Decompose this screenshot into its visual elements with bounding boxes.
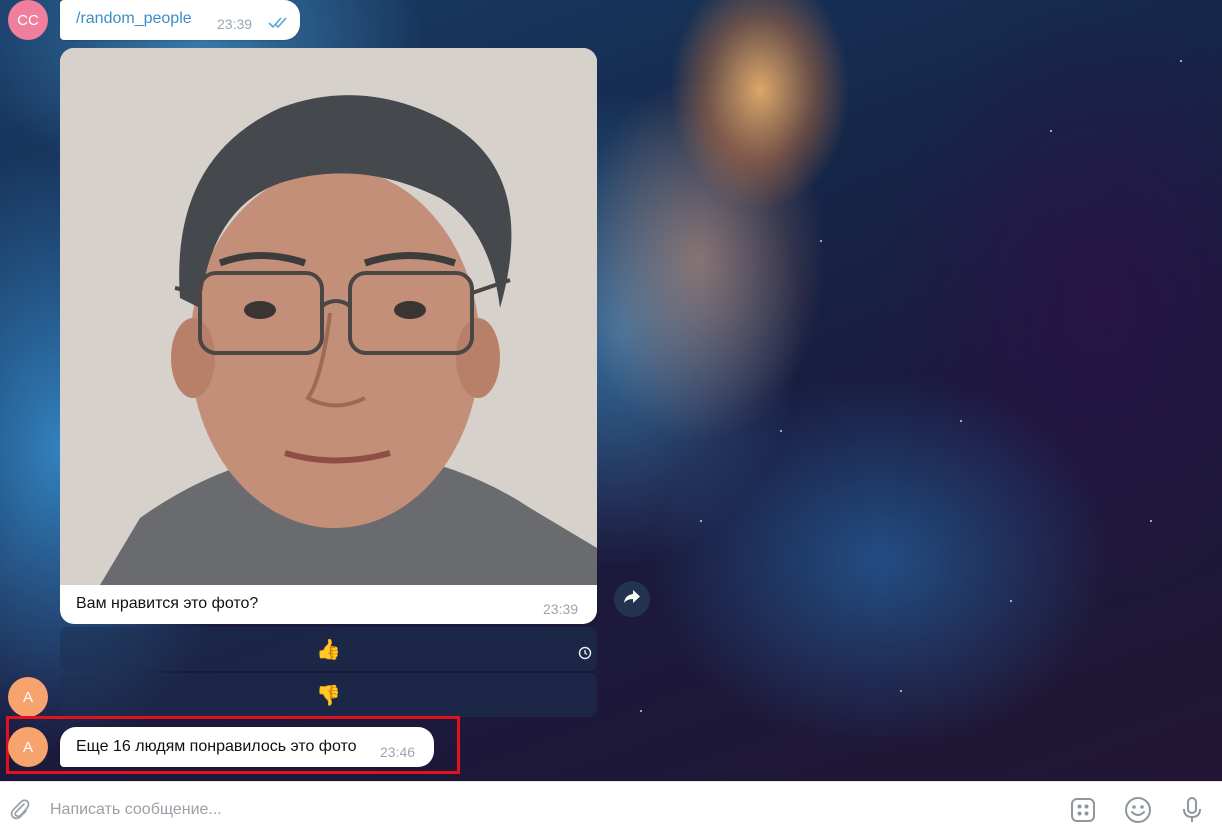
photo-caption: Вам нравится это фото? xyxy=(76,595,259,612)
avatar[interactable]: A xyxy=(8,677,48,717)
microphone-icon[interactable] xyxy=(1176,794,1208,826)
message-composer xyxy=(0,781,1222,837)
command-message-bubble[interactable]: /random_people 23:39 xyxy=(60,0,300,40)
clock-icon xyxy=(578,643,592,666)
command-text[interactable]: /random_people xyxy=(76,10,192,28)
star-decoration xyxy=(900,690,902,692)
star-decoration xyxy=(1050,130,1052,132)
incoming-message-bubble[interactable]: Еще 16 людям понравилось это фото 23:46 xyxy=(60,727,434,767)
read-double-check-icon xyxy=(268,15,290,34)
avatar[interactable]: A xyxy=(8,727,48,767)
star-decoration xyxy=(820,240,822,242)
star-decoration xyxy=(960,420,962,422)
message-input[interactable] xyxy=(48,794,1032,826)
chat-background: CC /random_people 23:39 Вам нравится это… xyxy=(0,0,1222,781)
thumbs-up-icon: 👍 xyxy=(316,638,341,661)
emoji-icon[interactable] xyxy=(1122,794,1154,826)
keyboard-button-like[interactable]: 👍 xyxy=(60,627,597,671)
avatar[interactable]: CC xyxy=(8,0,48,40)
forward-arrow-icon xyxy=(623,589,641,610)
star-decoration xyxy=(1180,60,1182,62)
photo-message[interactable]: Вам нравится это фото? 23:39 xyxy=(60,48,597,624)
keyboard-button-dislike[interactable]: 👎 xyxy=(60,673,597,717)
forward-button[interactable] xyxy=(614,581,650,617)
message-time: 23:39 xyxy=(217,16,253,32)
person-photo[interactable] xyxy=(60,48,597,585)
star-decoration xyxy=(1010,600,1012,602)
message-time: 23:39 xyxy=(543,601,579,617)
star-decoration xyxy=(1150,520,1152,522)
star-decoration xyxy=(640,710,642,712)
bot-keyboard-icon[interactable] xyxy=(1067,794,1099,826)
message-text: Еще 16 людям понравилось это фото xyxy=(76,738,357,755)
avatar-initials: CC xyxy=(17,11,39,29)
star-decoration xyxy=(780,430,782,432)
attach-icon[interactable] xyxy=(4,794,36,826)
avatar-initials: A xyxy=(22,738,33,756)
message-time: 23:46 xyxy=(380,744,416,760)
avatar-initials: A xyxy=(22,688,33,706)
star-decoration xyxy=(700,520,702,522)
thumbs-down-icon: 👎 xyxy=(316,684,341,707)
